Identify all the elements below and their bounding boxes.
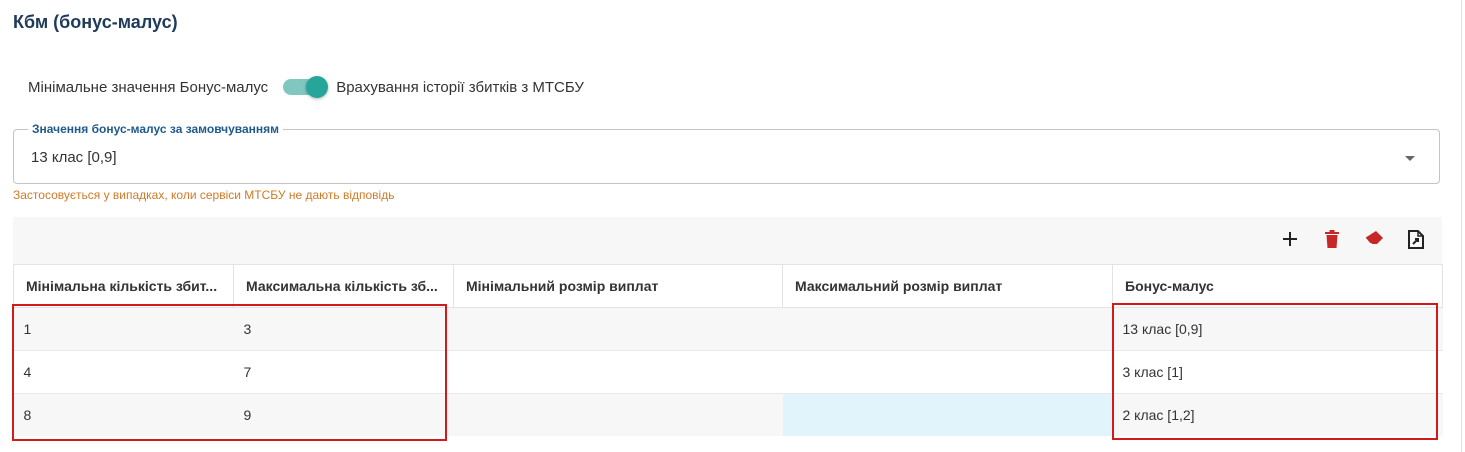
cell-min-payout[interactable]: [453, 307, 783, 351]
default-bonus-malus-select[interactable]: Значення бонус-малус за замовчуванням 13…: [13, 122, 1440, 184]
export-icon: [1408, 229, 1424, 249]
mtsbu-history-toggle[interactable]: [282, 76, 329, 98]
cell-max-losses[interactable]: 3: [233, 307, 454, 351]
cell-bonus-malus[interactable]: 3 клас [1]: [1112, 350, 1443, 394]
column-header-min-losses[interactable]: Мінімальна кількість збит...: [13, 264, 234, 308]
scroll-edge-divider: [1461, 0, 1462, 452]
grid-toolbar: [13, 217, 1442, 264]
cell-max-payout[interactable]: [782, 350, 1113, 394]
cell-max-losses[interactable]: 9: [233, 393, 454, 436]
cell-min-payout[interactable]: [453, 350, 783, 394]
page-title: Кбм (бонус-малус): [13, 12, 178, 32]
toggle-thumb: [306, 76, 329, 98]
cell-min-losses[interactable]: 4: [13, 350, 234, 394]
column-header-min-payout[interactable]: Мінімальний розмір виплат: [453, 264, 783, 308]
chevron-down-icon[interactable]: [1405, 156, 1415, 161]
cell-bonus-malus[interactable]: 13 клас [0,9]: [1112, 307, 1443, 351]
table-row[interactable]: 1 3 13 клас [0,9]: [13, 307, 1443, 351]
cell-min-losses[interactable]: 8: [13, 393, 234, 436]
bonus-malus-table: Мінімальна кількість збит... Максимальна…: [13, 264, 1443, 436]
cell-max-payout[interactable]: [782, 307, 1113, 351]
table-row[interactable]: 8 9 2 клас [1,2]: [13, 393, 1443, 436]
switch-label-min-value[interactable]: Мінімальне значення Бонус-малус: [28, 79, 268, 96]
bonus-malus-grid: Мінімальна кількість збит... Максимальна…: [13, 217, 1443, 436]
table-header-row: Мінімальна кількість збит... Максимальна…: [13, 264, 1443, 308]
eraser-icon: [1364, 231, 1383, 245]
clear-button[interactable]: [1362, 227, 1386, 251]
cell-min-losses[interactable]: 1: [13, 307, 234, 351]
column-header-bonus-malus[interactable]: Бонус-малус: [1112, 264, 1443, 308]
add-row-button[interactable]: [1278, 227, 1302, 251]
switch-label-mtsbu-history[interactable]: Врахування історії збитків з МТСБУ: [336, 79, 584, 96]
select-value: 13 клас [0,9]: [31, 149, 117, 166]
select-helper-text: Застосовується у випадках, коли сервіси …: [13, 188, 395, 202]
table-row[interactable]: 4 7 3 клас [1]: [13, 350, 1443, 394]
cell-max-losses[interactable]: 7: [233, 350, 454, 394]
export-button[interactable]: [1404, 227, 1428, 251]
cell-max-payout-selected[interactable]: [782, 393, 1113, 436]
trash-icon: [1325, 230, 1339, 248]
column-header-max-losses[interactable]: Максимальна кількість зб...: [233, 264, 454, 308]
select-label: Значення бонус-малус за замовчуванням: [28, 122, 284, 136]
delete-row-button[interactable]: [1320, 227, 1344, 251]
bonus-malus-switch-row: Мінімальне значення Бонус-малус Врахуван…: [28, 76, 584, 98]
plus-icon: [1283, 232, 1297, 246]
cell-min-payout[interactable]: [453, 393, 783, 436]
column-header-max-payout[interactable]: Максимальний розмір виплат: [782, 264, 1113, 308]
cell-bonus-malus[interactable]: 2 клас [1,2]: [1112, 393, 1443, 436]
